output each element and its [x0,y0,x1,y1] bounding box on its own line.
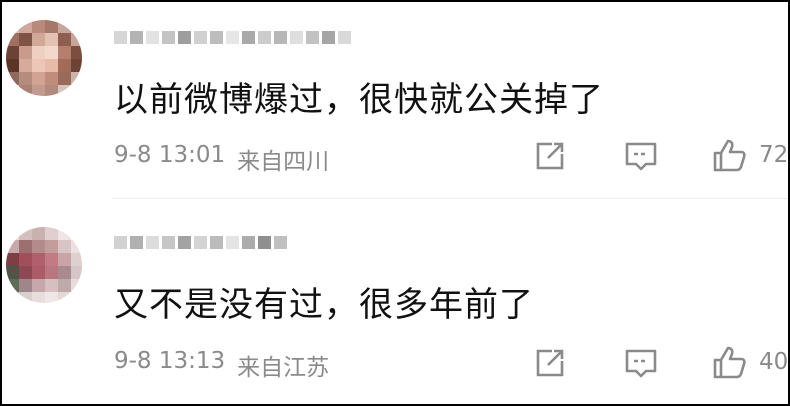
username-redacted[interactable] [114,24,351,50]
share-icon [536,349,564,377]
comment-time: 9-8 13:01 [114,142,226,168]
avatar[interactable] [6,20,82,96]
thumbs-up-icon [713,139,746,172]
comment-location: 来自四川 [237,149,330,175]
comment-button[interactable] [621,343,661,383]
comment-meta: 9-8 13:01 来自四川 [114,142,329,176]
comment-text: 以前微博爆过，很快就公关掉了 [114,80,604,120]
share-icon [536,142,564,170]
comment-item: 以前微博爆过，很快就公关掉了 9-8 13:01 来自四川 72 [2,2,788,198]
share-button[interactable] [530,136,570,176]
like-count: 40 [759,349,789,375]
comment-meta: 9-8 13:13 来自江苏 [114,348,329,382]
comment-text: 又不是没有过，很多年前了 [114,285,534,325]
comment-location: 来自江苏 [237,355,330,381]
like-count: 72 [759,142,789,168]
like-button[interactable]: 72 [709,136,789,176]
username-redacted[interactable] [114,229,287,255]
comment-icon [625,142,657,171]
share-button[interactable] [530,343,570,383]
comment-list: 以前微博爆过，很快就公关掉了 9-8 13:01 来自四川 72 又不是没有过，… [0,0,790,406]
comment-icon [625,349,657,378]
avatar[interactable] [6,227,82,303]
thumbs-up-icon [713,346,746,379]
comment-time: 9-8 13:13 [114,348,226,374]
comment-button[interactable] [621,136,661,176]
like-button[interactable]: 40 [709,343,789,383]
comment-item: 又不是没有过，很多年前了 9-8 13:13 来自江苏 40 [2,199,788,404]
